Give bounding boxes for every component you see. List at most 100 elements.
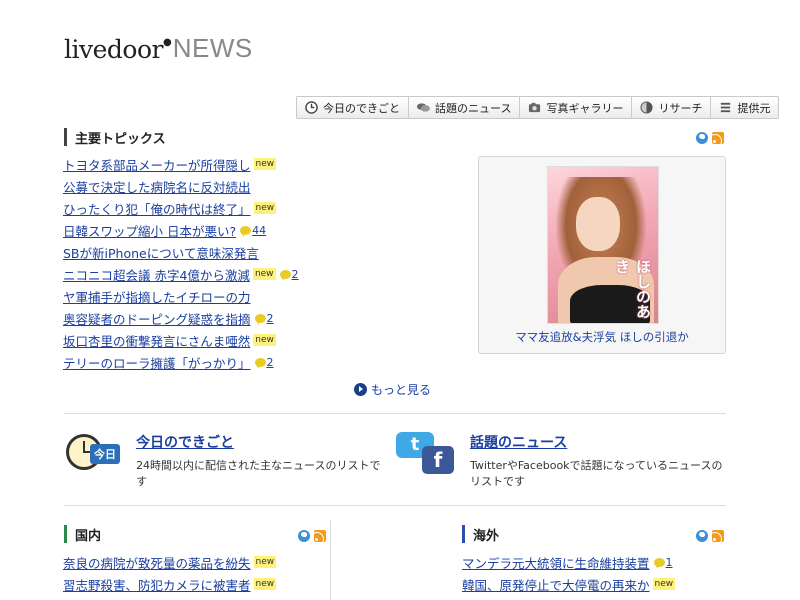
domestic-list: 奈良の病院が致死量の薬品を紛失 new 習志野殺害、防犯カメラに被害者 new: [63, 551, 277, 595]
chat-icon: [417, 103, 430, 112]
featured-photo[interactable]: ほしのあき: [547, 166, 659, 324]
comment-count-value: 44: [252, 223, 267, 237]
new-badge: new: [252, 268, 276, 280]
promo-today: 今日 今日のできごと 24時間以内に配信された主なニュースのリストです: [64, 432, 384, 490]
topic-link[interactable]: 坂口杏里の衝撃発言にさんま唖然: [63, 331, 250, 350]
domestic-header: 国内: [64, 524, 101, 544]
social-icons: t f: [396, 432, 462, 482]
rss-icon[interactable]: [712, 530, 724, 542]
topic-link[interactable]: SBが新iPhoneについて意味深発言: [63, 243, 259, 262]
column-divider: [330, 520, 331, 600]
topic-link[interactable]: 日韓スワップ縮小 日本が悪い?: [63, 221, 236, 240]
topic-link[interactable]: マンデラ元大統領に生命維持装置: [462, 553, 650, 572]
comment-count[interactable]: 1: [653, 555, 673, 569]
comment-bubble-icon: [653, 557, 665, 569]
list-icon: [721, 102, 731, 113]
nav-trending[interactable]: 話題のニュース: [409, 97, 521, 118]
nav-providers-label: 提供元: [737, 101, 771, 115]
twitter-bird-icon[interactable]: [696, 132, 708, 144]
divider: [64, 413, 726, 414]
featured-caption-link[interactable]: ママ友追放&夫浮気 ほしの引退か: [479, 329, 725, 345]
main-topics-header: 主要トピックス: [64, 127, 166, 147]
topic-link[interactable]: トヨタ系部品メーカーが所得隠し: [63, 155, 251, 174]
topic-link[interactable]: ヤ軍捕手が指摘したイチローの力: [63, 287, 251, 306]
overseas-header: 海外: [462, 524, 499, 544]
list-item: 習志野殺害、防犯カメラに被害者 new: [63, 573, 277, 595]
top-navigation: 今日のできごと 話題のニュース 写真ギャラリー リサーチ 提供元: [296, 96, 780, 119]
topic-link[interactable]: 奈良の病院が致死量の薬品を紛失: [63, 553, 251, 572]
facebook-icon: f: [422, 446, 454, 474]
nav-today-label: 今日のできごと: [323, 101, 400, 115]
photo-overlay-text: ほしのあき: [613, 259, 652, 319]
promo-today-title[interactable]: 今日のできごと: [136, 432, 384, 452]
nav-today[interactable]: 今日のできごと: [297, 97, 409, 118]
section-bar: [64, 525, 67, 543]
comment-count[interactable]: 2: [254, 356, 274, 369]
list-item: 韓国、原発停止で大停電の再来か new: [462, 573, 676, 595]
comment-count[interactable]: 2: [254, 312, 274, 325]
today-badge: 今日: [90, 444, 120, 464]
list-item: 坂口杏里の衝撃発言にさんま唖然 new: [63, 329, 299, 351]
nav-research-label: リサーチ: [658, 101, 703, 115]
comment-bubble-icon: [240, 225, 252, 237]
comment-count-value: 2: [291, 267, 299, 281]
overseas-feeds: [696, 530, 724, 542]
topic-link[interactable]: 韓国、原発停止で大停電の再来か: [462, 575, 650, 594]
list-item: ニコニコ超会議 赤字4億から激減 new 2: [63, 263, 299, 285]
list-item: 奥容疑者のドーピング疑惑を指摘 2: [63, 307, 299, 329]
site-logo[interactable]: livedoor ● NEWS: [64, 28, 253, 64]
domestic-feeds: [298, 530, 326, 542]
new-badge: new: [253, 334, 276, 346]
list-item: 日韓スワップ縮小 日本が悪い? 44: [63, 219, 299, 241]
new-badge: new: [253, 556, 277, 568]
clock-icon: [305, 101, 318, 114]
list-item: SBが新iPhoneについて意味深発言: [63, 241, 299, 263]
list-item: ヤ軍捕手が指摘したイチローの力: [63, 285, 299, 307]
topic-link[interactable]: 習志野殺害、防犯カメラに被害者: [63, 575, 251, 594]
list-item: トヨタ系部品メーカーが所得隠し new: [63, 153, 299, 175]
new-badge: new: [253, 578, 277, 590]
section-bar: [462, 525, 465, 543]
topic-link[interactable]: ひったくり犯「俺の時代は終了」: [63, 199, 251, 218]
list-item: テリーのローラ擁護「がっかり」 2: [63, 351, 299, 373]
logo-dot: ●: [162, 37, 172, 48]
nav-research[interactable]: リサーチ: [632, 97, 712, 118]
topic-link[interactable]: ニコニコ超会議 赤字4億から激減: [63, 265, 250, 284]
domestic-title: 国内: [75, 528, 102, 544]
comment-bubble-icon: [254, 313, 266, 325]
more-link[interactable]: もっと見る: [354, 381, 431, 398]
comment-count-value: 1: [665, 555, 673, 569]
promo-trending: t f 話題のニュース TwitterやFacebookで話題になっているニュー…: [396, 432, 726, 490]
nav-gallery[interactable]: 写真ギャラリー: [520, 97, 633, 118]
nav-providers[interactable]: 提供元: [711, 97, 778, 118]
topic-link[interactable]: 公募で決定した病院名に反対続出: [63, 177, 251, 196]
main-topics-feeds: [696, 132, 724, 144]
comment-bubble-icon: [254, 357, 266, 369]
clock-today-icon: 今日: [64, 432, 128, 480]
comment-count[interactable]: 2: [279, 267, 299, 281]
twitter-bird-icon[interactable]: [298, 530, 310, 542]
new-badge: new: [253, 202, 277, 214]
topic-link[interactable]: 奥容疑者のドーピング疑惑を指摘: [63, 309, 251, 328]
main-topics-list: トヨタ系部品メーカーが所得隠し new 公募で決定した病院名に反対続出 ひったくり…: [63, 153, 299, 373]
list-item: ひったくり犯「俺の時代は終了」 new: [63, 197, 299, 219]
logo-brand: livedoor: [64, 35, 163, 64]
pie-chart-icon: [640, 101, 653, 114]
main-topics-title: 主要トピックス: [75, 131, 166, 147]
list-item: 公募で決定した病院名に反対続出: [63, 175, 299, 197]
rss-icon[interactable]: [712, 132, 724, 144]
camera-icon: [529, 102, 541, 113]
rss-icon[interactable]: [314, 530, 326, 542]
topic-link[interactable]: テリーのローラ擁護「がっかり」: [63, 353, 251, 372]
comment-count[interactable]: 44: [240, 224, 266, 237]
twitter-bird-icon[interactable]: [696, 530, 708, 542]
list-item: マンデラ元大統領に生命維持装置 1: [462, 551, 675, 573]
arrow-circle-icon: [354, 383, 367, 396]
nav-trending-label: 話題のニュース: [435, 101, 512, 115]
new-badge: new: [253, 158, 277, 170]
logo-news: NEWS: [172, 33, 253, 63]
featured-photo-box: ほしのあき ママ友追放&夫浮気 ほしの引退か: [478, 156, 726, 354]
new-badge: new: [652, 578, 676, 590]
nav-gallery-label: 写真ギャラリー: [546, 101, 624, 115]
promo-trending-title[interactable]: 話題のニュース: [470, 432, 725, 452]
